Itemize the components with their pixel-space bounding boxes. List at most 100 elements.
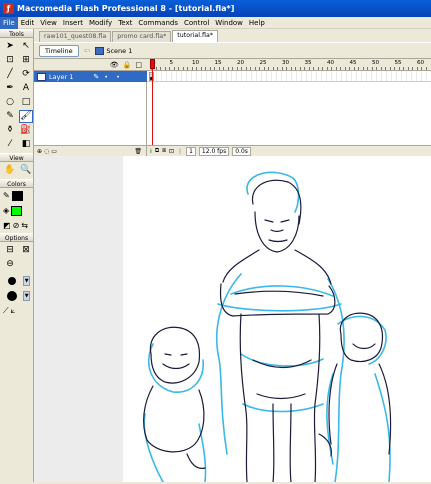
pencil-tool-icon[interactable]: ✎ xyxy=(3,110,17,123)
brush-mode-icon[interactable]: ⊖ xyxy=(3,258,17,271)
pen-tool-icon[interactable]: ✒ xyxy=(3,82,17,95)
lock-icon[interactable]: 🔒 xyxy=(123,61,132,69)
menu-insert[interactable]: Insert xyxy=(60,17,86,29)
title-bar: ƒ Macromedia Flash Professional 8 - [tut… xyxy=(0,0,431,17)
layer-frames[interactable] xyxy=(147,71,431,82)
layer-name: Layer 1 xyxy=(49,72,74,81)
fill-color-swatch[interactable] xyxy=(11,205,23,216)
ruler-tick xyxy=(290,67,292,70)
menu-view[interactable]: View xyxy=(37,17,60,29)
ruler-tick xyxy=(272,67,274,70)
ruler-tick xyxy=(241,67,242,70)
ruler-tick xyxy=(407,67,409,70)
lock-fill-icon[interactable]: ⊠ xyxy=(19,244,33,257)
ruler-tick xyxy=(164,67,166,70)
lasso-tool-icon[interactable]: ⟳ xyxy=(19,68,33,81)
ruler-tick xyxy=(394,67,395,70)
fill-transform-tool-icon[interactable]: ⊞ xyxy=(19,54,33,67)
menu-modify[interactable]: Modify xyxy=(86,17,115,29)
timeline-toggle-button[interactable]: Timeline xyxy=(39,44,79,57)
ruler-tick xyxy=(385,67,386,70)
oval-tool-icon[interactable]: ○ xyxy=(3,96,17,109)
eraser-tool-icon[interactable]: ◧ xyxy=(19,138,33,151)
doc-tab[interactable]: raw101_quest08.fla xyxy=(39,31,112,42)
insert-folder-icon[interactable]: ▭ xyxy=(51,148,57,155)
menu-file[interactable]: File xyxy=(0,16,18,29)
doc-tab[interactable]: promo card.fla* xyxy=(112,31,172,42)
menu-window[interactable]: Window xyxy=(212,17,246,29)
ruler-tick xyxy=(218,67,220,70)
outline-icon[interactable]: □ xyxy=(135,61,142,69)
menu-control[interactable]: Control xyxy=(181,17,212,29)
text-tool-icon[interactable]: A xyxy=(19,82,33,95)
ruler-tick xyxy=(425,67,427,70)
swap-colors-icon[interactable]: ⇆ xyxy=(21,221,28,230)
menu-text[interactable]: Text xyxy=(115,17,135,29)
delete-layer-icon[interactable]: 🗑 xyxy=(134,148,142,155)
brush-size-dropdown-icon[interactable]: ▼ xyxy=(23,275,30,286)
window-title: Macromedia Flash Professional 8 - [tutor… xyxy=(17,4,235,13)
options-grid: ⊟ ⊠ ⊖ xyxy=(0,242,33,273)
layer-state-dots[interactable]: • • xyxy=(104,73,123,81)
ruler-tick xyxy=(398,67,400,70)
zoom-tool-icon[interactable]: 🔍 xyxy=(19,164,33,177)
layer-row[interactable]: Layer 1 ✎ • • xyxy=(34,71,147,82)
ruler-tick xyxy=(358,67,359,70)
ruler-tick xyxy=(254,67,256,70)
subselect-tool-icon[interactable]: ↖ xyxy=(19,40,33,53)
tall-man-hair-sketch xyxy=(246,171,300,213)
no-color-icon[interactable]: ⊘ xyxy=(13,221,20,230)
edit-multiple-icon[interactable]: ⊡ xyxy=(169,148,174,155)
doc-tab-active[interactable]: tutorial.fla* xyxy=(172,30,218,42)
menu-commands[interactable]: Commands xyxy=(135,17,181,29)
menu-help[interactable]: Help xyxy=(246,17,268,29)
insert-layer-icon[interactable]: ⊕ xyxy=(37,148,42,155)
layers-list-empty xyxy=(34,82,147,145)
layer-buttons: ⊕ ◌ ▭ 🗑 xyxy=(34,145,147,157)
brush-shape-icon[interactable] xyxy=(3,290,21,302)
back-arrow-icon[interactable]: ⇦ xyxy=(84,46,91,55)
ruler-tick xyxy=(182,67,184,70)
tilt-icon[interactable]: ⟀ xyxy=(11,306,16,316)
edit-layer-icon: ✎ xyxy=(93,72,100,81)
onion-outline-icon[interactable]: ⧈ xyxy=(162,147,166,155)
pressure-icon[interactable]: ⟋ xyxy=(3,306,9,316)
frame-number: 20 xyxy=(237,60,245,66)
playhead[interactable] xyxy=(150,59,155,156)
free-transform-tool-icon[interactable]: ⊡ xyxy=(3,54,17,67)
ruler-tick xyxy=(169,67,170,70)
object-drawing-icon[interactable]: ⊟ xyxy=(3,244,17,257)
brush-shape-dropdown-icon[interactable]: ▼ xyxy=(23,290,30,301)
ruler-tick xyxy=(313,67,314,70)
brush-tool-icon[interactable]: 🖌 xyxy=(19,110,33,123)
brush-size-icon[interactable] xyxy=(3,275,21,287)
black-white-icon[interactable]: ◩ xyxy=(3,221,11,230)
scene-breadcrumb[interactable]: Scene 1 xyxy=(95,46,132,55)
ruler-tick xyxy=(178,67,179,70)
hand-tool-icon[interactable]: ✋ xyxy=(3,164,17,177)
stage-canvas[interactable] xyxy=(123,164,431,483)
ruler-tick xyxy=(187,67,188,70)
eyedropper-tool-icon[interactable]: ⁄ xyxy=(3,138,17,151)
document-area: raw101_quest08.fla promo card.fla* tutor… xyxy=(34,29,431,483)
ruler-tick xyxy=(268,67,269,70)
onion-markers-icon[interactable]: ⋮ xyxy=(177,148,183,155)
menu-edit[interactable]: Edit xyxy=(18,17,38,29)
center-frame-icon[interactable]: ⁞ xyxy=(150,148,152,155)
frame-ruler[interactable]: 5 10 15 20 25 30 35 40 45 50 55 60 xyxy=(147,59,431,71)
show-hide-icon[interactable]: 👁 xyxy=(110,61,119,69)
ink-bottle-tool-icon[interactable]: ⚱ xyxy=(3,124,17,137)
frame-number: 45 xyxy=(349,60,357,66)
rectangle-tool-icon[interactable]: □ xyxy=(19,96,33,109)
ruler-tick xyxy=(259,67,260,70)
paint-bucket-tool-icon[interactable]: ⛽ xyxy=(19,124,33,137)
ruler-tick xyxy=(227,67,229,70)
line-tool-icon[interactable]: ╱ xyxy=(3,68,17,81)
stroke-color-swatch[interactable] xyxy=(11,190,23,201)
ruler-tick xyxy=(344,67,346,70)
stage-area[interactable] xyxy=(34,156,431,483)
arrow-tool-icon[interactable]: ➤ xyxy=(3,40,17,53)
frame-number: 25 xyxy=(259,60,267,66)
add-guide-icon[interactable]: ◌ xyxy=(44,148,49,155)
onion-skin-icon[interactable]: ⧉ xyxy=(155,147,159,155)
